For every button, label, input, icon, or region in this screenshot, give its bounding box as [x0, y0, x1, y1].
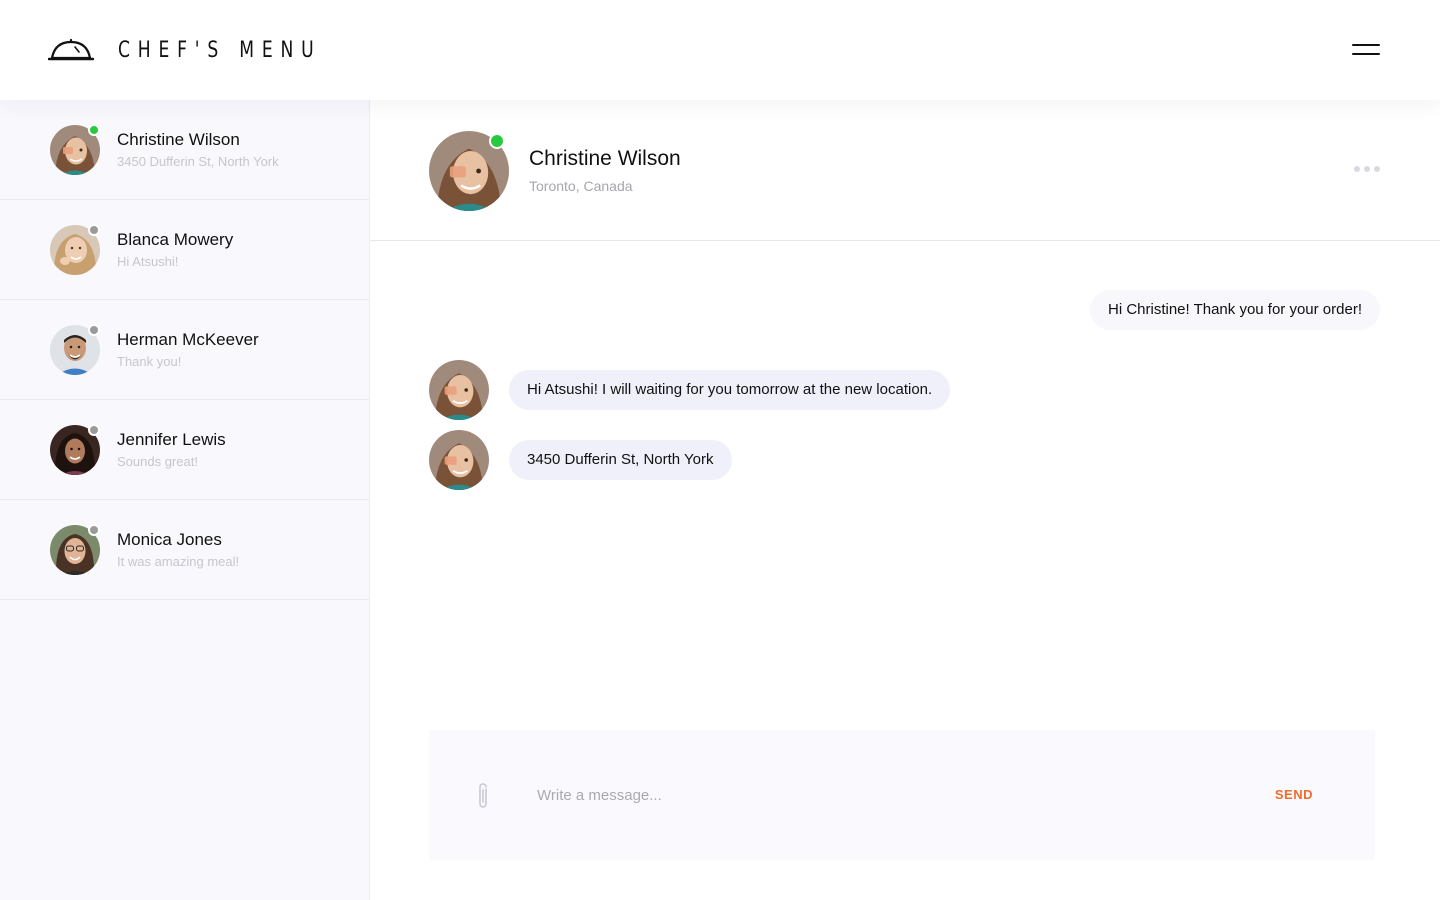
contact-preview: It was amazing meal! [117, 554, 240, 569]
contact-item-christine-wilson[interactable]: Christine Wilson 3450 Dufferin St, North… [0, 100, 369, 200]
app-title: CHEF'S MENU [118, 37, 322, 63]
contacts-sidebar: Christine Wilson 3450 Dufferin St, North… [0, 100, 370, 900]
contact-item-monica-jones[interactable]: Monica Jones It was amazing meal! [0, 500, 369, 600]
contact-item-jennifer-lewis[interactable]: Jennifer Lewis Sounds great! [0, 400, 369, 500]
outgoing-message: Hi Christine! Thank you for your order! [1090, 290, 1380, 330]
app-logo[interactable]: CHEF'S MENU [48, 36, 379, 64]
contact-name: Jennifer Lewis [117, 430, 226, 449]
contact-preview: Sounds great! [117, 454, 198, 469]
message-input[interactable] [537, 780, 1217, 810]
avatar [50, 224, 100, 275]
send-button[interactable]: SEND [1275, 787, 1313, 802]
avatar [50, 524, 100, 575]
offline-status-dot [88, 424, 100, 436]
paperclip-icon[interactable] [475, 782, 491, 810]
offline-status-dot [88, 524, 100, 536]
message-composer: SEND [429, 730, 1375, 860]
avatar [50, 424, 100, 475]
chat-contact-name: Christine Wilson [529, 147, 681, 170]
avatar [50, 324, 100, 375]
contact-item-herman-mckeever[interactable]: Herman McKeever Thank you! [0, 300, 369, 400]
cloche-icon [48, 38, 94, 61]
more-options-icon[interactable] [1354, 166, 1380, 172]
contact-item-blanca-mowery[interactable]: Blanca Mowery Hi Atsushi! [0, 200, 369, 300]
avatar [50, 124, 100, 175]
hamburger-menu-icon[interactable] [1352, 42, 1380, 58]
offline-status-dot [88, 224, 100, 236]
contact-name: Herman McKeever [117, 330, 259, 349]
contact-preview: Hi Atsushi! [117, 254, 179, 269]
chat-contact-location: Toronto, Canada [529, 178, 633, 194]
contact-name: Christine Wilson [117, 130, 240, 149]
contact-name: Blanca Mowery [117, 230, 234, 249]
online-status-dot [88, 124, 100, 136]
incoming-message: 3450 Dufferin St, North York [509, 440, 732, 480]
message-avatar [429, 430, 489, 490]
contact-preview: Thank you! [117, 354, 182, 369]
app-header: CHEF'S MENU [0, 0, 1440, 100]
contact-name: Monica Jones [117, 530, 222, 549]
chat-avatar[interactable] [429, 131, 509, 211]
contact-preview: 3450 Dufferin St, North York [117, 154, 279, 169]
online-status-dot [489, 133, 505, 149]
chat-header: Christine Wilson Toronto, Canada [370, 100, 1440, 241]
offline-status-dot [88, 324, 100, 336]
message-avatar [429, 360, 489, 420]
incoming-message: Hi Atsushi! I will waiting for you tomor… [509, 370, 951, 410]
